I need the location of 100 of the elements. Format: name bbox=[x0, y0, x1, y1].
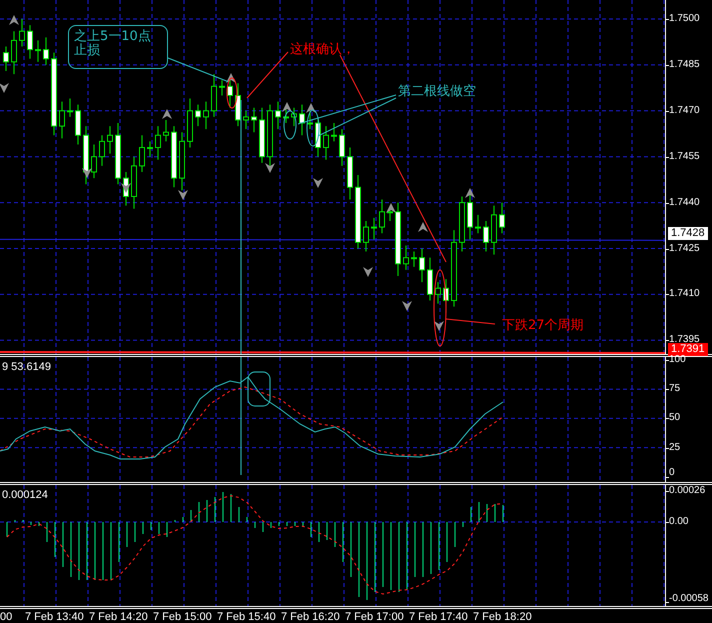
annotation-text: 第二根线做空 bbox=[398, 83, 476, 100]
candlestick bbox=[3, 46, 9, 72]
candlestick bbox=[11, 30, 17, 75]
price-label: 1.7470 bbox=[669, 104, 700, 117]
indicator-value: 9 53.6149 bbox=[2, 361, 51, 373]
candlestick bbox=[131, 156, 137, 210]
scale-label: 0 bbox=[669, 467, 675, 479]
candlestick bbox=[19, 18, 25, 48]
down-arrow-icon bbox=[82, 168, 92, 178]
time-label: 00 bbox=[0, 611, 12, 623]
candlestick bbox=[59, 101, 65, 139]
scale-label: 25 bbox=[669, 442, 680, 454]
down-arrow-icon bbox=[121, 183, 131, 193]
candlestick bbox=[211, 74, 217, 118]
candlestick bbox=[475, 214, 481, 234]
candlestick bbox=[275, 101, 281, 130]
candlestick bbox=[291, 107, 297, 127]
candlestick bbox=[403, 244, 409, 270]
candlestick bbox=[107, 126, 113, 154]
candlestick bbox=[259, 107, 265, 164]
highlight-ellipse bbox=[226, 78, 238, 108]
scale-label: 75 bbox=[669, 383, 680, 396]
candlestick bbox=[203, 101, 209, 130]
candlestick bbox=[491, 205, 497, 256]
price-label: 1.7500 bbox=[669, 13, 700, 25]
candlestick bbox=[179, 132, 185, 191]
candlestick bbox=[171, 126, 177, 188]
candlestick bbox=[187, 98, 193, 148]
candlestick bbox=[307, 110, 313, 130]
annotation-text: 这根确认， bbox=[290, 41, 355, 58]
up-arrow-icon bbox=[282, 102, 292, 112]
scale-label: -0.00058 bbox=[669, 593, 708, 605]
candlestick bbox=[435, 282, 441, 304]
candlestick bbox=[459, 196, 465, 252]
scale-label: 0.00 bbox=[669, 516, 688, 528]
candlestick bbox=[99, 134, 105, 166]
up-arrow-icon bbox=[226, 73, 236, 83]
candlestick bbox=[163, 119, 169, 142]
candlestick bbox=[67, 98, 73, 118]
time-label: 7 Feb 15:40 bbox=[217, 611, 276, 623]
candlestick bbox=[299, 104, 305, 136]
candlestick bbox=[411, 251, 417, 268]
candlestick bbox=[75, 104, 81, 145]
down-arrow-icon bbox=[402, 301, 412, 311]
candlestick bbox=[363, 220, 369, 252]
annotation-box: 之上5一10点止损 bbox=[68, 25, 168, 69]
price-label: 1.7485 bbox=[669, 58, 700, 71]
highlight-ellipse bbox=[306, 110, 320, 146]
candlestick bbox=[43, 36, 49, 66]
candlestick bbox=[155, 126, 161, 160]
scale-label: 50 bbox=[669, 412, 680, 424]
down-arrow-icon bbox=[313, 178, 323, 188]
candlestick bbox=[243, 110, 249, 130]
candlestick bbox=[499, 202, 505, 234]
down-arrow-icon bbox=[434, 321, 444, 331]
candlestick bbox=[35, 40, 41, 62]
candlestick bbox=[347, 147, 353, 200]
up-arrow-icon bbox=[9, 15, 19, 25]
alert-price-tag: 1.7391 bbox=[668, 343, 708, 356]
highlight-box bbox=[248, 372, 270, 406]
indicator-value: 0.000124 bbox=[2, 489, 48, 501]
candlestick bbox=[251, 107, 257, 133]
down-arrow-icon bbox=[178, 190, 188, 200]
time-label: 7 Feb 13:40 bbox=[25, 611, 84, 623]
leader-line bbox=[446, 318, 496, 324]
down-arrow-icon bbox=[265, 163, 275, 173]
candlestick bbox=[139, 134, 145, 172]
price-label: 1.7410 bbox=[669, 288, 700, 300]
current-price-tag: 1.7428 bbox=[668, 227, 708, 240]
up-arrow-icon bbox=[465, 188, 475, 198]
candlestick bbox=[195, 104, 201, 127]
candlestick bbox=[267, 104, 273, 166]
up-arrow-icon bbox=[418, 222, 428, 232]
down-arrow-icon bbox=[363, 267, 373, 277]
price-label: 1.7440 bbox=[669, 196, 700, 209]
price-label: 1.7425 bbox=[669, 242, 700, 254]
annotation-text: 下跌27个周期 bbox=[502, 317, 584, 334]
up-arrow-icon bbox=[162, 109, 172, 119]
candlestick bbox=[419, 248, 425, 283]
candlestick bbox=[115, 122, 121, 185]
up-arrow-icon bbox=[306, 103, 316, 113]
candlestick bbox=[27, 24, 33, 60]
candlestick bbox=[219, 80, 225, 96]
time-label: 7 Feb 16:20 bbox=[281, 611, 340, 623]
price-label: 1.7395 bbox=[669, 334, 700, 346]
candlestick bbox=[467, 192, 473, 240]
candlestick bbox=[483, 220, 489, 252]
time-label: 7 Feb 18:20 bbox=[473, 611, 532, 623]
candlestick bbox=[147, 140, 153, 158]
candlestick bbox=[331, 122, 337, 142]
candlestick bbox=[91, 144, 97, 179]
candlestick bbox=[427, 257, 433, 302]
price-label: 1.7455 bbox=[669, 150, 700, 163]
time-label: 7 Feb 17:00 bbox=[345, 611, 404, 623]
candlestick bbox=[371, 217, 377, 240]
scale-label: 0.00026 bbox=[669, 485, 706, 497]
leader-line bbox=[168, 58, 230, 82]
time-label: 7 Feb 17:40 bbox=[409, 611, 468, 623]
highlight-ellipse bbox=[284, 110, 296, 140]
candlestick bbox=[339, 128, 345, 166]
